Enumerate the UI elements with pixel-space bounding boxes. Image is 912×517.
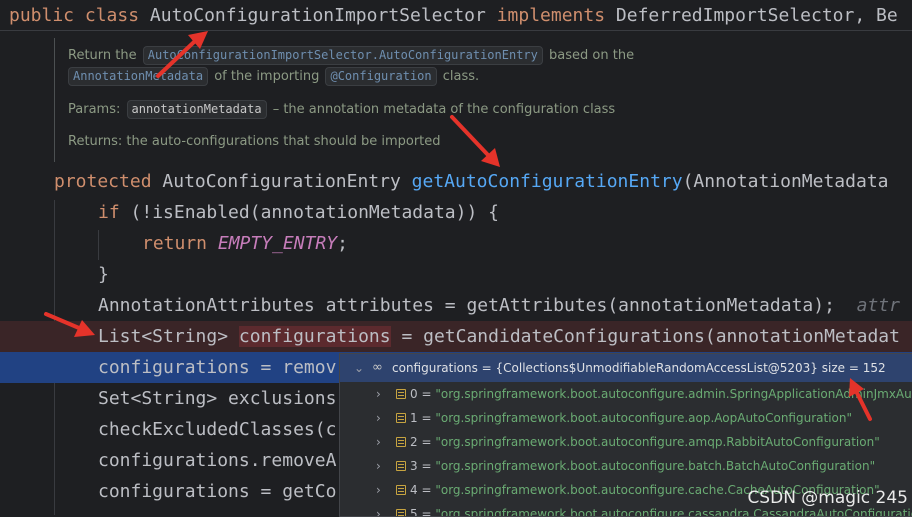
keyword-public: public (9, 5, 75, 26)
item-index: 3 = "org.springframework.boot.autoconfig… (410, 459, 876, 473)
chevron-down-icon[interactable]: ⌄ (354, 354, 364, 382)
chevron-right-icon[interactable]: › (376, 430, 381, 454)
doc-link-annotation-metadata[interactable]: AnnotationMetadata (68, 67, 209, 86)
doc-param-name: annotationMetadata (126, 100, 267, 119)
return-line[interactable]: return EMPTY_ENTRY; (0, 228, 912, 259)
doc-link-configuration[interactable]: @Configuration (325, 67, 437, 86)
item-index: 0 = "org.springframework.boot.autoconfig… (410, 387, 912, 401)
keyword-implements: implements (496, 5, 606, 26)
class-declaration-line[interactable]: public class AutoConfigurationImportSele… (0, 0, 912, 31)
keyword-class: class (84, 5, 140, 26)
if-line[interactable]: if (!isEnabled(annotationMetadata)) { (0, 197, 912, 228)
popup-header-text: configurations = {Collections$Unmodifiab… (392, 361, 886, 375)
method-name[interactable]: getAutoConfigurationEntry (412, 171, 683, 192)
chevron-right-icon[interactable]: › (376, 406, 381, 430)
field-icon (396, 509, 406, 516)
method-signature-line[interactable]: protected AutoConfigurationEntry getAuto… (0, 166, 912, 197)
field-icon (396, 461, 406, 471)
class-interfaces: DeferredImportSelector, Be (615, 5, 898, 26)
tree-row-item[interactable]: › 3 = "org.springframework.boot.autoconfi… (340, 454, 912, 478)
field-icon (396, 485, 406, 495)
doc-paragraph-2: AnnotationMetadata of the importing @Con… (68, 67, 479, 86)
watermark: CSDN @magic 245 (747, 488, 908, 508)
javadoc-rendered: Return the AutoConfigurationImportSelect… (54, 38, 912, 162)
tree-row-item[interactable]: › 0 = "org.springframework.boot.autoconfi… (340, 382, 912, 406)
doc-params: Params: annotationMetadata – the annotat… (68, 100, 616, 119)
tree-row-item[interactable]: › 2 = "org.springframework.boot.autoconfi… (340, 430, 912, 454)
doc-link-entry[interactable]: AutoConfigurationImportSelector.AutoConf… (142, 46, 543, 65)
popup-header[interactable]: ⌄ ∞ configurations = {Collections$Unmodi… (340, 354, 912, 382)
doc-returns: Returns: the auto-configurations that sh… (68, 134, 441, 149)
chevron-right-icon[interactable]: › (376, 382, 381, 406)
tree-row-item[interactable]: › 1 = "org.springframework.boot.autoconfi… (340, 406, 912, 430)
class-name[interactable]: AutoConfigurationImportSelector (150, 5, 486, 26)
candidate-configurations-line[interactable]: List<String> configurations = getCandida… (0, 321, 912, 352)
configurations-variable[interactable]: configurations (238, 326, 391, 347)
field-icon (396, 413, 406, 423)
field-icon (396, 437, 406, 447)
item-index: 1 = "org.springframework.boot.autoconfig… (410, 411, 853, 425)
chevron-right-icon[interactable]: › (376, 454, 381, 478)
item-index: 2 = "org.springframework.boot.autoconfig… (410, 435, 880, 449)
inline-hint: attr (856, 295, 900, 316)
field-icon (396, 389, 406, 399)
chevron-right-icon[interactable]: › (376, 478, 381, 502)
close-brace-line[interactable]: } (0, 259, 912, 290)
doc-paragraph-1: Return the AutoConfigurationImportSelect… (68, 46, 635, 65)
watch-glasses-icon: ∞ (372, 360, 383, 375)
attributes-line[interactable]: AnnotationAttributes attributes = getAtt… (0, 290, 912, 321)
